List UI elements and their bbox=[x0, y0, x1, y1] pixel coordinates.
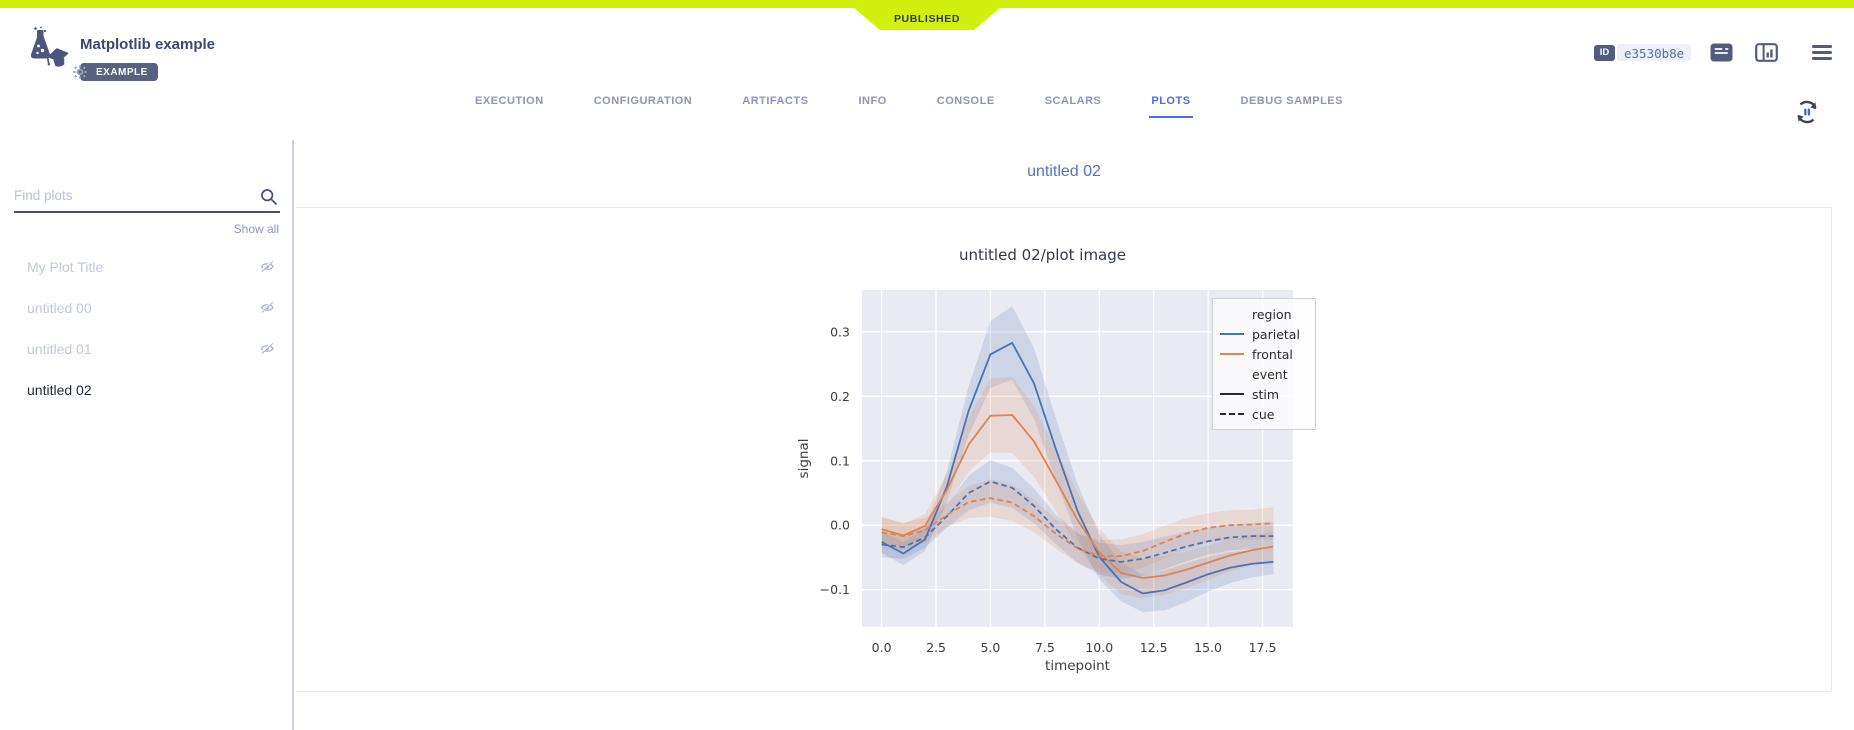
experiment-id-value[interactable]: e3530b8e bbox=[1617, 44, 1691, 61]
plot-item-label: untitled 02 bbox=[27, 382, 92, 398]
auto-refresh-pause-icon[interactable] bbox=[1792, 97, 1822, 127]
plots-sidebar: Show all My Plot Title untitled 00 untitle… bbox=[0, 140, 294, 730]
tab-bar: EXECUTION CONFIGURATION ARTIFACTS INFO CONSO… bbox=[473, 95, 1345, 118]
y-axis-label: signal bbox=[796, 439, 812, 479]
top-accent-bar bbox=[0, 0, 1854, 8]
id-badge: ID bbox=[1594, 45, 1615, 61]
app-logo[interactable] bbox=[18, 26, 68, 77]
example-tag-badge[interactable]: EXAMPLE bbox=[80, 63, 158, 81]
tab-info[interactable]: INFO bbox=[857, 95, 889, 118]
tab-console[interactable]: CONSOLE bbox=[935, 95, 997, 118]
panel-chart-icon[interactable] bbox=[1755, 43, 1778, 62]
y-tick-label: 0.2 bbox=[830, 389, 850, 404]
y-tick-label: 0.0 bbox=[830, 518, 850, 533]
eye-off-icon[interactable] bbox=[260, 260, 275, 277]
console-icon[interactable] bbox=[1710, 43, 1733, 62]
plot-item-label: untitled 00 bbox=[27, 300, 92, 316]
legend-label: cue bbox=[1252, 407, 1275, 422]
tab-plots[interactable]: PLOTS bbox=[1149, 95, 1192, 118]
tab-execution[interactable]: EXECUTION bbox=[473, 95, 546, 118]
x-axis-label: timepoint bbox=[1045, 658, 1110, 674]
legend-line-swatch bbox=[1220, 353, 1244, 355]
plot-search bbox=[14, 185, 280, 213]
x-tick-label: 0.0 bbox=[872, 640, 892, 655]
legend-label: stim bbox=[1252, 387, 1279, 402]
legend-line-swatch bbox=[1220, 393, 1244, 395]
legend-entry-cue: cue bbox=[1220, 404, 1309, 424]
eye-off-icon[interactable] bbox=[260, 342, 275, 359]
legend-label: event bbox=[1252, 367, 1288, 382]
legend-entry-parietal: parietal bbox=[1220, 324, 1309, 344]
show-all-link[interactable]: Show all bbox=[0, 222, 279, 236]
y-tick-label: 0.3 bbox=[830, 324, 850, 339]
plot-list-item-untitled-02[interactable]: untitled 02 bbox=[0, 370, 292, 411]
search-input[interactable] bbox=[14, 185, 280, 213]
plot-list: My Plot Title untitled 00 untitled 01 untit… bbox=[0, 247, 292, 411]
status-ribbon-label: PUBLISHED bbox=[894, 13, 960, 25]
legend-label: parietal bbox=[1252, 327, 1300, 342]
legend-line-swatch bbox=[1220, 413, 1244, 415]
x-tick-label: 15.0 bbox=[1194, 640, 1222, 655]
flask-cap-logo-icon bbox=[18, 26, 68, 72]
legend-label: region bbox=[1252, 307, 1292, 322]
header-actions: ID e3530b8e bbox=[1594, 43, 1833, 62]
legend-entry-region: region bbox=[1220, 304, 1309, 324]
plot-list-item-untitled-01[interactable]: untitled 01 bbox=[0, 329, 292, 370]
eye-off-icon[interactable] bbox=[260, 301, 275, 318]
chart-legend: region parietal frontal event stim cue bbox=[1212, 298, 1316, 430]
menu-icon[interactable] bbox=[1811, 44, 1833, 62]
plot-list-item-untitled-00[interactable]: untitled 00 bbox=[0, 288, 292, 329]
plot-item-label: My Plot Title bbox=[27, 259, 103, 275]
x-tick-label: 17.5 bbox=[1249, 640, 1277, 655]
legend-entry-event: event bbox=[1220, 364, 1309, 384]
legend-entry-stim: stim bbox=[1220, 384, 1309, 404]
tab-scalars[interactable]: SCALARS bbox=[1043, 95, 1104, 118]
gear-icon bbox=[73, 65, 87, 79]
legend-entry-frontal: frontal bbox=[1220, 344, 1309, 364]
x-tick-label: 12.5 bbox=[1140, 640, 1168, 655]
plot-section-title: untitled 02 bbox=[296, 163, 1832, 181]
tab-configuration[interactable]: CONFIGURATION bbox=[592, 95, 695, 118]
experiment-title: Matplotlib example bbox=[80, 36, 215, 53]
plot-list-item-my-plot-title[interactable]: My Plot Title bbox=[0, 247, 292, 288]
status-ribbon: PUBLISHED bbox=[854, 8, 1000, 30]
legend-line-swatch bbox=[1220, 333, 1244, 335]
tab-debug-samples[interactable]: DEBUG SAMPLES bbox=[1239, 95, 1345, 118]
y-tick-label: 0.1 bbox=[830, 453, 850, 468]
plot-item-label: untitled 01 bbox=[27, 341, 92, 357]
example-tag-label: EXAMPLE bbox=[96, 67, 148, 78]
x-tick-label: 2.5 bbox=[926, 640, 946, 655]
search-icon[interactable] bbox=[260, 188, 278, 206]
x-tick-label: 10.0 bbox=[1085, 640, 1113, 655]
x-tick-label: 7.5 bbox=[1035, 640, 1055, 655]
legend-label: frontal bbox=[1252, 347, 1293, 362]
y-tick-label: −0.1 bbox=[820, 582, 850, 597]
x-tick-label: 5.0 bbox=[980, 640, 1000, 655]
tab-artifacts[interactable]: ARTIFACTS bbox=[740, 95, 810, 118]
